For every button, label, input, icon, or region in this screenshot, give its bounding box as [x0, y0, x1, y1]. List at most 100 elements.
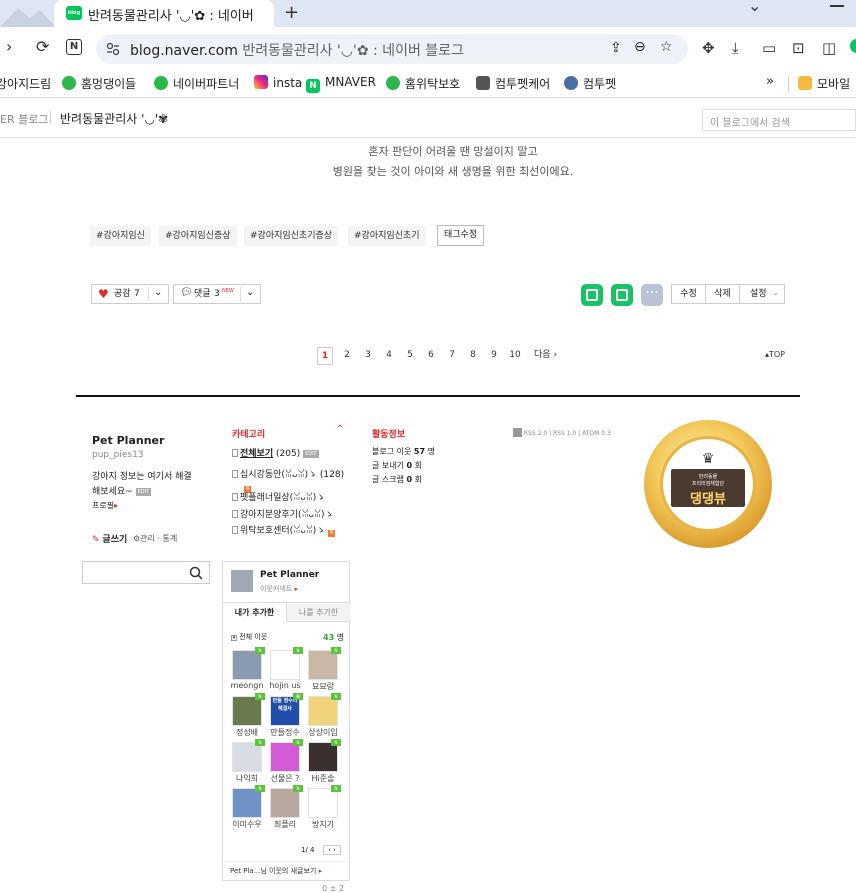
share-icon[interactable]: ⇪ — [610, 40, 622, 56]
activity-neighbors[interactable]: 블로그 이웃 57 명 — [372, 446, 435, 457]
tag-item[interactable]: #강아지임신초기증상 — [244, 226, 339, 246]
edit-badge[interactable]: EDIT — [303, 450, 319, 458]
category-item[interactable]: 강아지분양후기(ꈍᴗꈍ)ゝ — [232, 507, 334, 520]
bookmark-item[interactable]: insta — [254, 75, 302, 90]
page-3[interactable]: 3 — [360, 347, 376, 363]
bookmark-item[interactable]: 홈멍댕이들 — [62, 75, 136, 92]
manage-stats-link[interactable]: ⚙관리 · 통계 — [133, 533, 177, 544]
neighbor-avatar[interactable]: N — [232, 693, 265, 726]
tag-item[interactable]: #강아지임신 — [90, 226, 151, 246]
neighbor-name[interactable]: 이미수우 — [229, 819, 265, 830]
neighbor-name[interactable]: meongn — [229, 681, 265, 690]
bookmark-item[interactable]: 강아지드림 — [0, 75, 51, 92]
bookmark-item[interactable]: 컴투펫케어 — [476, 75, 550, 92]
rss1-link[interactable]: RSS 1.0 — [553, 430, 576, 437]
neighbor-avatar[interactable]: N — [232, 739, 265, 772]
chevron-left-icon[interactable]: ‹ — [328, 846, 331, 854]
neighbor-name[interactable]: 선물은 ? — [267, 773, 303, 784]
tab-search-chevron-icon[interactable]: ⌄ — [748, 0, 761, 15]
neighbor-name[interactable]: 상상이임 — [305, 727, 341, 738]
tag-item[interactable]: #강아지임신초기 — [348, 226, 426, 246]
neighbor-avatar[interactable]: N — [232, 647, 265, 680]
site-info-icon[interactable] — [106, 42, 120, 56]
neighbor-name[interactable]: 만들정수 — [267, 727, 303, 738]
page-4[interactable]: 4 — [381, 347, 397, 363]
bookmark-item[interactable]: 컴투펫 — [564, 75, 616, 92]
blog-name[interactable]: 반려동물관리사 '◡'✾ — [60, 110, 168, 127]
widget-owner-name[interactable]: Pet Planner — [260, 570, 319, 580]
forward-arrow-icon[interactable]: › — [6, 37, 12, 56]
naver-n-icon[interactable]: N — [66, 39, 82, 55]
write-post-link[interactable]: ✎ 글쓰기 — [92, 532, 127, 545]
neighbor-name[interactable]: hojin us — [267, 681, 303, 690]
neighbor-name[interactable]: 나익희 — [229, 773, 265, 784]
address-bar[interactable]: blog.naver.com 반려동물관리사 '◡'✿ : 네이버 블로그 ⇪ … — [96, 34, 688, 64]
page-5[interactable]: 5 — [402, 347, 418, 363]
delete-button[interactable]: 삭제 — [705, 284, 740, 304]
active-tab[interactable]: blog 반려동물관리사 '◡'✿ : 네이버 — [54, 0, 274, 27]
neighbor-avatar[interactable]: N — [308, 693, 341, 726]
profile-name[interactable]: Pet Planner — [92, 434, 164, 447]
page-9[interactable]: 9 — [486, 347, 502, 363]
bookmark-star-icon[interactable]: ☆ — [660, 39, 673, 55]
search-icon[interactable] — [189, 566, 203, 580]
category-title[interactable]: 카테고리 — [232, 427, 265, 440]
collapse-caret-icon[interactable]: ⌃ — [336, 424, 344, 435]
extensions-puzzle-icon[interactable]: ✥ — [702, 39, 715, 57]
neighbor-avatar[interactable]: 만들 정수리 해결사 N — [270, 693, 303, 726]
neighbor-avatar[interactable]: N — [232, 785, 265, 818]
minimize-window-icon[interactable] — [830, 5, 844, 7]
tag-item[interactable]: #강아지임신증상 — [159, 226, 237, 246]
profile-link[interactable]: 프로필▸ — [92, 500, 118, 511]
previous-tab-edge[interactable] — [0, 0, 56, 27]
neighbor-owner-avatar[interactable] — [231, 570, 253, 592]
chevron-down-icon[interactable]: ⌄ — [154, 284, 162, 302]
chevron-down-icon[interactable]: ⌄ — [246, 284, 254, 302]
neighbor-name[interactable]: Hi준솔 — [305, 773, 341, 784]
page-2[interactable]: 2 — [339, 347, 355, 363]
reload-icon[interactable]: ⟳ — [36, 37, 49, 56]
settings-button[interactable]: 설정 ⌄ — [739, 284, 785, 304]
bookmark-item[interactable]: 네이버파트너 — [154, 75, 239, 92]
top-link[interactable]: ▴TOP — [760, 347, 790, 363]
share-green-icon[interactable] — [611, 284, 633, 306]
blog-search-input[interactable]: 이 블로그에서 검색 — [702, 109, 856, 131]
neighbor-new-posts-link[interactable]: Pet Pla...님 이웃의 새글보기 ▸ — [230, 866, 322, 876]
category-item[interactable]: 위탁보호센터(ꈍᴗꈍ)ゝ N — [232, 523, 336, 537]
page-6[interactable]: 6 — [423, 347, 439, 363]
atom-link[interactable]: ATOM 0.3 — [582, 430, 611, 437]
more-options-icon[interactable]: ··· — [641, 284, 663, 306]
download-icon[interactable]: ⤓ — [732, 39, 739, 57]
sidebar-icon[interactable]: ◫ — [822, 39, 836, 57]
like-button[interactable]: ♥ 공감 7 ⌄ — [91, 284, 169, 304]
edit-badge[interactable]: EDIT — [135, 488, 152, 496]
category-item[interactable]: 펫플래너일상(ꈍᴗꈍ)ゝ — [232, 490, 325, 503]
tag-edit-button[interactable]: 태그수정 — [437, 225, 485, 246]
page-8[interactable]: 8 — [465, 347, 481, 363]
tab-added-me[interactable]: 나를 추가한 — [287, 602, 350, 622]
page-7[interactable]: 7 — [444, 347, 460, 363]
pager-arrows[interactable]: ‹ › — [323, 845, 341, 855]
comment-button[interactable]: 💬︎ 댓글 3 NEW ⌄ — [173, 284, 261, 304]
dangdang-view-emblem[interactable]: ♛ 반려동물 프리미엄체험단 댕댕뷰 — [644, 420, 772, 548]
new-tab-plus-icon[interactable]: + — [284, 2, 299, 23]
neighbor-avatar[interactable]: N — [270, 785, 303, 818]
bookmark-folder[interactable]: 모바일 — [798, 75, 850, 92]
edit-button[interactable]: 수정 — [671, 284, 706, 304]
bookmark-item[interactable]: 홈위탁보호 — [386, 75, 460, 92]
bookmarks-overflow-icon[interactable]: » — [766, 74, 774, 89]
neighbor-all-select[interactable]: ▾ 전체 이웃 — [231, 632, 267, 642]
neighbor-name[interactable]: 묘묘랑 — [305, 681, 341, 692]
next-page-link[interactable]: 다음 › — [534, 347, 564, 363]
neighbor-name[interactable]: 방지기 — [305, 819, 341, 830]
bookmark-item[interactable]: N MNAVER — [306, 75, 376, 93]
neighbor-name[interactable]: 정성배 — [229, 727, 265, 738]
neighbor-connect-link[interactable]: 이웃커넥트 ▸ — [260, 584, 298, 594]
zoom-icon[interactable]: ⊖ — [634, 39, 646, 55]
neighbor-avatar[interactable]: N — [308, 785, 341, 818]
naver-blog-brand[interactable]: ER 블로그 — [0, 111, 48, 127]
neighbor-avatar[interactable]: N — [270, 739, 303, 772]
screenshot-icon[interactable]: ⊡ — [792, 39, 805, 57]
rss2-link[interactable]: RSS 2.0 — [524, 430, 547, 437]
neighbor-avatar[interactable]: N — [270, 647, 303, 680]
